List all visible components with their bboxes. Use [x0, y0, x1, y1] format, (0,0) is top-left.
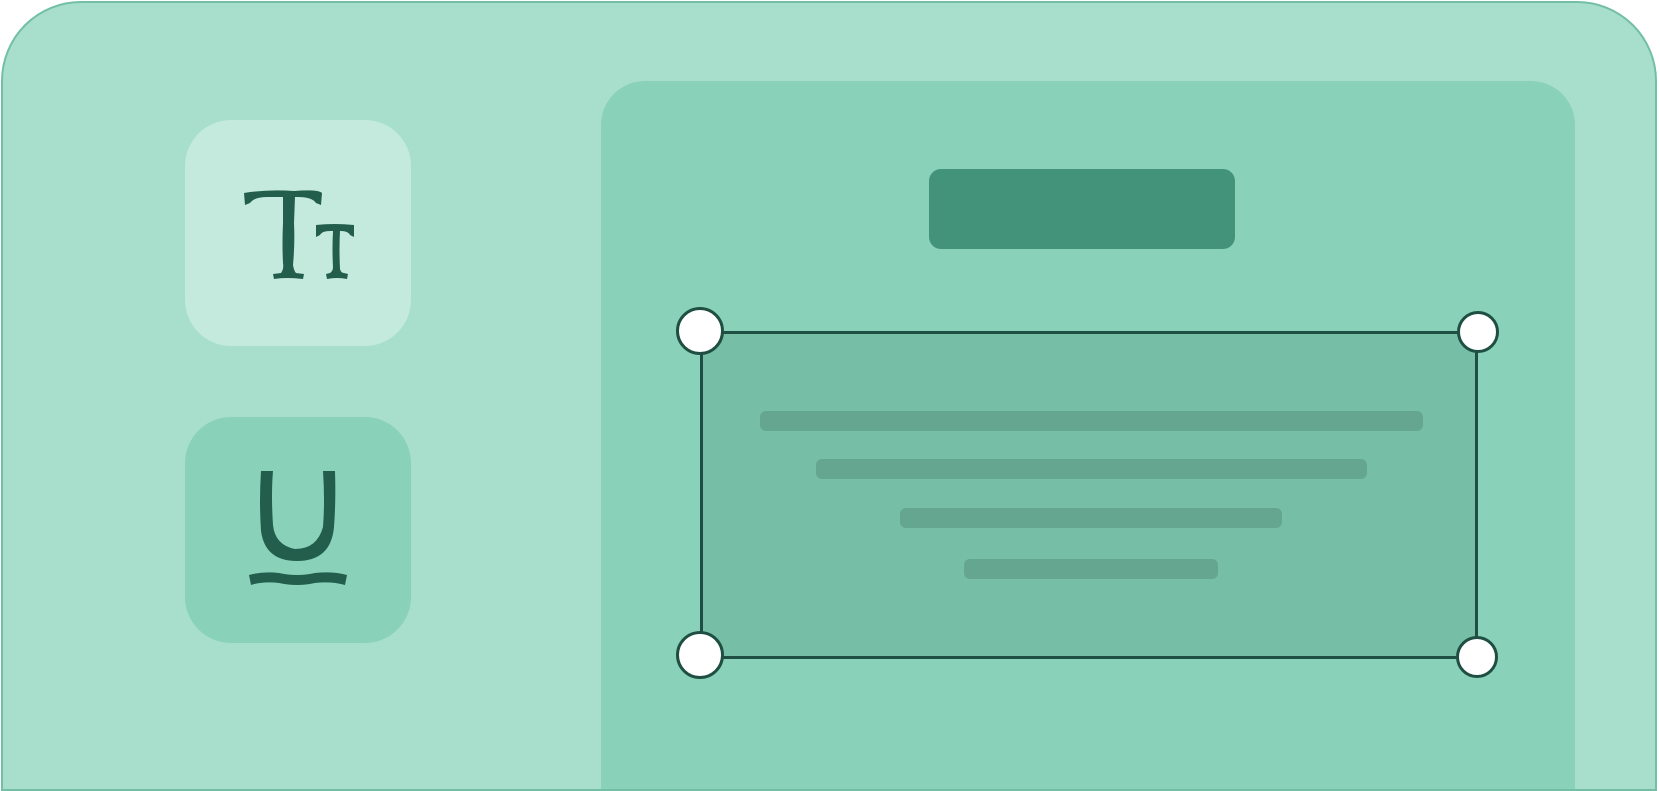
text-size-button[interactable]	[185, 120, 411, 346]
resize-handle-bottom-right[interactable]	[1456, 636, 1498, 678]
resize-handle-top-right[interactable]	[1457, 311, 1499, 353]
underline-button[interactable]	[185, 417, 411, 643]
resize-handle-bottom-left[interactable]	[676, 631, 724, 679]
header-placeholder-block[interactable]	[929, 169, 1235, 249]
underline-icon	[249, 471, 347, 585]
text-size-icon	[244, 190, 354, 279]
resize-handle-top-left[interactable]	[676, 307, 724, 355]
selected-text-box[interactable]	[700, 331, 1478, 659]
text-line-placeholder	[964, 559, 1218, 579]
text-line-placeholder	[900, 508, 1282, 528]
text-line-placeholder	[816, 459, 1367, 479]
app-window	[1, 1, 1657, 791]
text-line-placeholder	[760, 411, 1423, 431]
canvas-panel	[601, 81, 1575, 789]
